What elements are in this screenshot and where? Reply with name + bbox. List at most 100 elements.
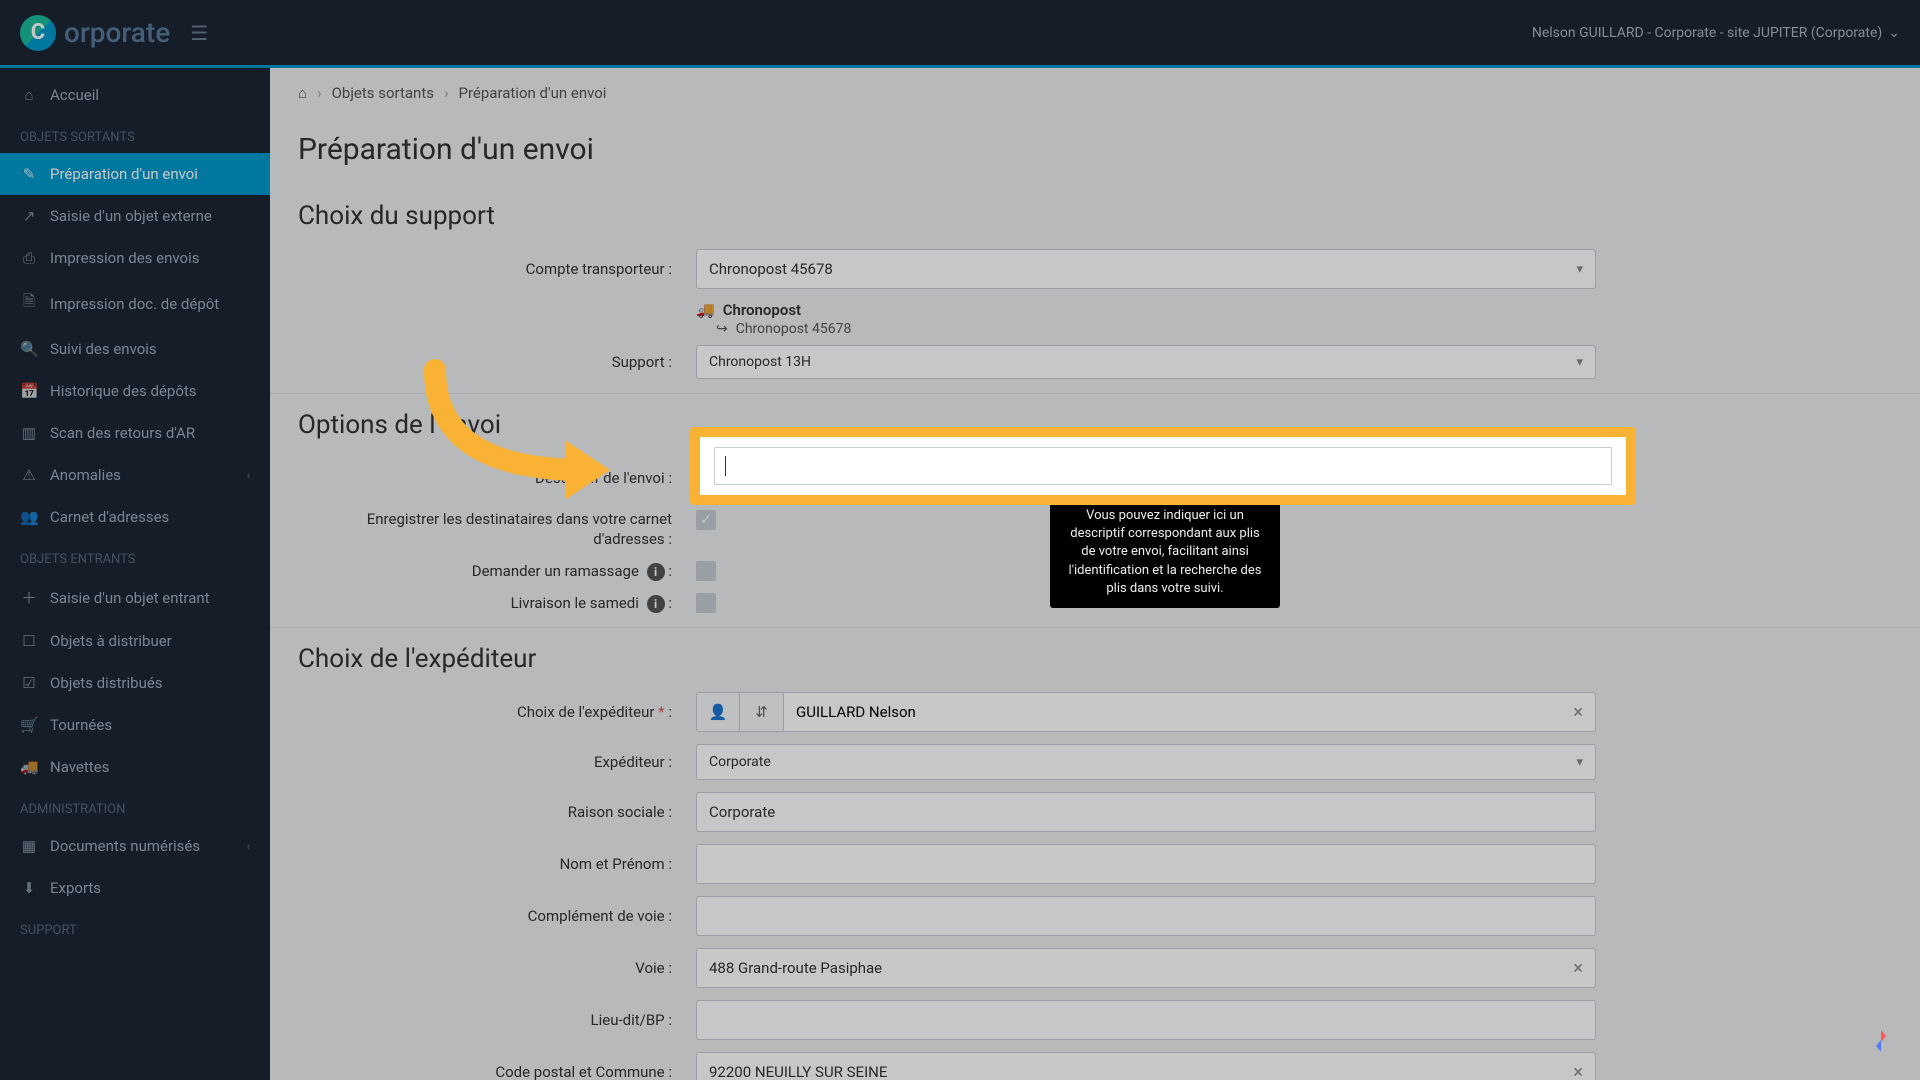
info-icon[interactable]: i xyxy=(647,563,665,581)
logo-icon: C xyxy=(20,15,56,51)
carrier-name: Chronopost xyxy=(723,301,801,319)
label-cp: Code postal et Commune : xyxy=(298,1063,696,1080)
search-icon: 🔍 xyxy=(20,340,38,358)
sidebar: ⌂Accueil OBJETS SORTANTS ✎Préparation d'… xyxy=(0,68,270,1080)
label-lieu: Lieu-dit/BP : xyxy=(298,1011,696,1029)
label-choix-expediteur: Choix de l'expéditeur * : xyxy=(298,703,696,721)
input-raison-sociale[interactable]: Corporate xyxy=(696,792,1596,832)
sidebar-item-saisie-entrant[interactable]: ＋Saisie d'un objet entrant xyxy=(0,575,270,620)
section-choix-expediteur: Choix de l'expéditeur xyxy=(270,627,1920,686)
sidebar-section-entrants: OBJETS ENTRANTS xyxy=(0,538,270,575)
square-icon: ☐ xyxy=(20,632,38,650)
warning-icon: ⚠ xyxy=(20,466,38,484)
sidebar-item-objets-distribues[interactable]: ☑Objets distribués xyxy=(0,662,270,704)
grid-icon: ▦ xyxy=(20,837,38,855)
user-label: Nelson GUILLARD - Corporate - site JUPIT… xyxy=(1532,25,1882,41)
tutorial-tooltip: Vous pouvez indiquer ici un descriptif c… xyxy=(1050,497,1280,608)
breadcrumb-item[interactable]: Objets sortants xyxy=(332,84,434,102)
chevron-left-icon: ‹ xyxy=(247,469,250,482)
calendar-icon: 📅 xyxy=(20,382,38,400)
input-complement-voie[interactable] xyxy=(696,896,1596,936)
check-icon: ☑ xyxy=(20,674,38,692)
sender-dropdown-button[interactable]: ⇵ xyxy=(740,692,784,732)
document-icon: 🗎 xyxy=(20,291,38,316)
logo[interactable]: C orporate xyxy=(20,15,170,51)
carrier-info: 🚚 Chronopost ↪ Chronopost 45678 xyxy=(696,295,1920,339)
sender-person-button[interactable]: 👤 xyxy=(696,692,740,732)
label-support: Support : xyxy=(298,353,696,371)
sidebar-item-scan-ar[interactable]: ▥Scan des retours d'AR xyxy=(0,412,270,454)
chevron-left-icon: ‹ xyxy=(247,840,250,853)
highlighted-input[interactable] xyxy=(714,447,1612,485)
tutorial-highlight xyxy=(690,427,1636,505)
page-title: Préparation d'un envoi xyxy=(270,132,1920,185)
sidebar-item-impression-depot[interactable]: 🗎Impression doc. de dépôt xyxy=(0,279,270,328)
breadcrumb-item[interactable]: Préparation d'un envoi xyxy=(459,84,607,102)
sidebar-item-documents[interactable]: ▦Documents numérisés‹ xyxy=(0,825,270,867)
cart-icon: 🛒 xyxy=(20,716,38,734)
label-nom: Nom et Prénom : xyxy=(298,855,696,873)
sidebar-item-impression-envois[interactable]: ⎙Impression des envois xyxy=(0,237,270,279)
barcode-icon: ▥ xyxy=(20,424,38,442)
sidebar-section-support: SUPPORT xyxy=(0,909,270,946)
truck-icon: 🚚 xyxy=(696,301,715,319)
label-compte: Compte transporteur : xyxy=(298,260,696,278)
home-icon: ⌂ xyxy=(20,86,38,104)
user-icon: 👤 xyxy=(709,703,728,721)
checkbox-samedi[interactable] xyxy=(696,593,716,613)
info-icon[interactable]: i xyxy=(647,595,665,613)
sidebar-item-navettes[interactable]: 🚚Navettes xyxy=(0,746,270,788)
sidebar-item-tournees[interactable]: 🛒Tournées xyxy=(0,704,270,746)
clear-icon[interactable]: × xyxy=(1573,1062,1583,1080)
checkbox-enregistrer[interactable] xyxy=(696,510,716,530)
breadcrumb: ⌂ › Objets sortants › Préparation d'un e… xyxy=(270,68,1920,118)
checkbox-ramassage[interactable] xyxy=(696,561,716,581)
sidebar-item-exports[interactable]: ⬇Exports xyxy=(0,867,270,909)
label-expediteur: Expéditeur : xyxy=(298,753,696,771)
clear-icon[interactable]: × xyxy=(1573,702,1583,723)
sidebar-item-suivi[interactable]: 🔍Suivi des envois xyxy=(0,328,270,370)
carrier-account: Chronopost 45678 xyxy=(736,321,852,337)
label-enregistrer: Enregistrer les destinataires dans votre… xyxy=(298,510,696,549)
sidebar-item-saisie-externe[interactable]: ↗Saisie d'un objet externe xyxy=(0,195,270,237)
label-raison: Raison sociale : xyxy=(298,803,696,821)
truck-icon: 🚚 xyxy=(20,758,38,776)
chevron-down-icon: ⌄ xyxy=(1888,25,1900,41)
sidebar-item-anomalies[interactable]: ⚠Anomalies‹ xyxy=(0,454,270,496)
label-descriptif: Descriptif de l'envoi : xyxy=(298,469,696,487)
sidebar-item-historique[interactable]: 📅Historique des dépôts xyxy=(0,370,270,412)
input-choix-expediteur[interactable]: GUILLARD Nelson× xyxy=(784,692,1596,732)
select-support[interactable]: Chronopost 13H xyxy=(696,345,1596,379)
help-badge-icon[interactable] xyxy=(1866,1026,1896,1056)
input-nom-prenom[interactable] xyxy=(696,844,1596,884)
topbar: C orporate ☰ Nelson GUILLARD - Corporate… xyxy=(0,0,1920,68)
plus-icon: ＋ xyxy=(20,587,38,608)
breadcrumb-home[interactable]: ⌂ xyxy=(298,84,307,102)
clear-icon[interactable]: × xyxy=(1573,958,1583,979)
section-choix-support: Choix du support xyxy=(270,185,1920,243)
label-voie: Voie : xyxy=(298,959,696,977)
sidebar-item-objets-distribuer[interactable]: ☐Objets à distribuer xyxy=(0,620,270,662)
select-compte-transporteur[interactable]: Chronopost 45678 xyxy=(696,249,1596,289)
hamburger-icon[interactable]: ☰ xyxy=(190,21,208,45)
sidebar-item-accueil[interactable]: ⌂Accueil xyxy=(0,74,270,116)
select-expediteur[interactable]: Corporate xyxy=(696,744,1596,780)
pencil-icon: ✎ xyxy=(20,165,38,183)
print-icon: ⎙ xyxy=(20,249,38,267)
tag-icon: ↪ xyxy=(716,321,728,337)
user-menu[interactable]: Nelson GUILLARD - Corporate - site JUPIT… xyxy=(1532,25,1900,41)
input-voie[interactable]: 488 Grand-route Pasiphae× xyxy=(696,948,1596,988)
logo-text: orporate xyxy=(64,16,170,49)
label-ramassage: Demander un ramassage i : xyxy=(298,562,696,581)
users-icon: 👥 xyxy=(20,508,38,526)
sidebar-section-admin: ADMINISTRATION xyxy=(0,788,270,825)
download-icon: ⬇ xyxy=(20,879,38,897)
home-icon: ⌂ xyxy=(298,84,307,102)
sidebar-item-carnet[interactable]: 👥Carnet d'adresses xyxy=(0,496,270,538)
sidebar-item-preparation[interactable]: ✎Préparation d'un envoi xyxy=(0,153,270,195)
input-code-postal[interactable]: 92200 NEUILLY SUR SEINE× xyxy=(696,1052,1596,1080)
filter-icon: ⇵ xyxy=(755,703,768,721)
sidebar-section-sortants: OBJETS SORTANTS xyxy=(0,116,270,153)
input-lieu-bp[interactable] xyxy=(696,1000,1596,1040)
external-icon: ↗ xyxy=(20,207,38,225)
